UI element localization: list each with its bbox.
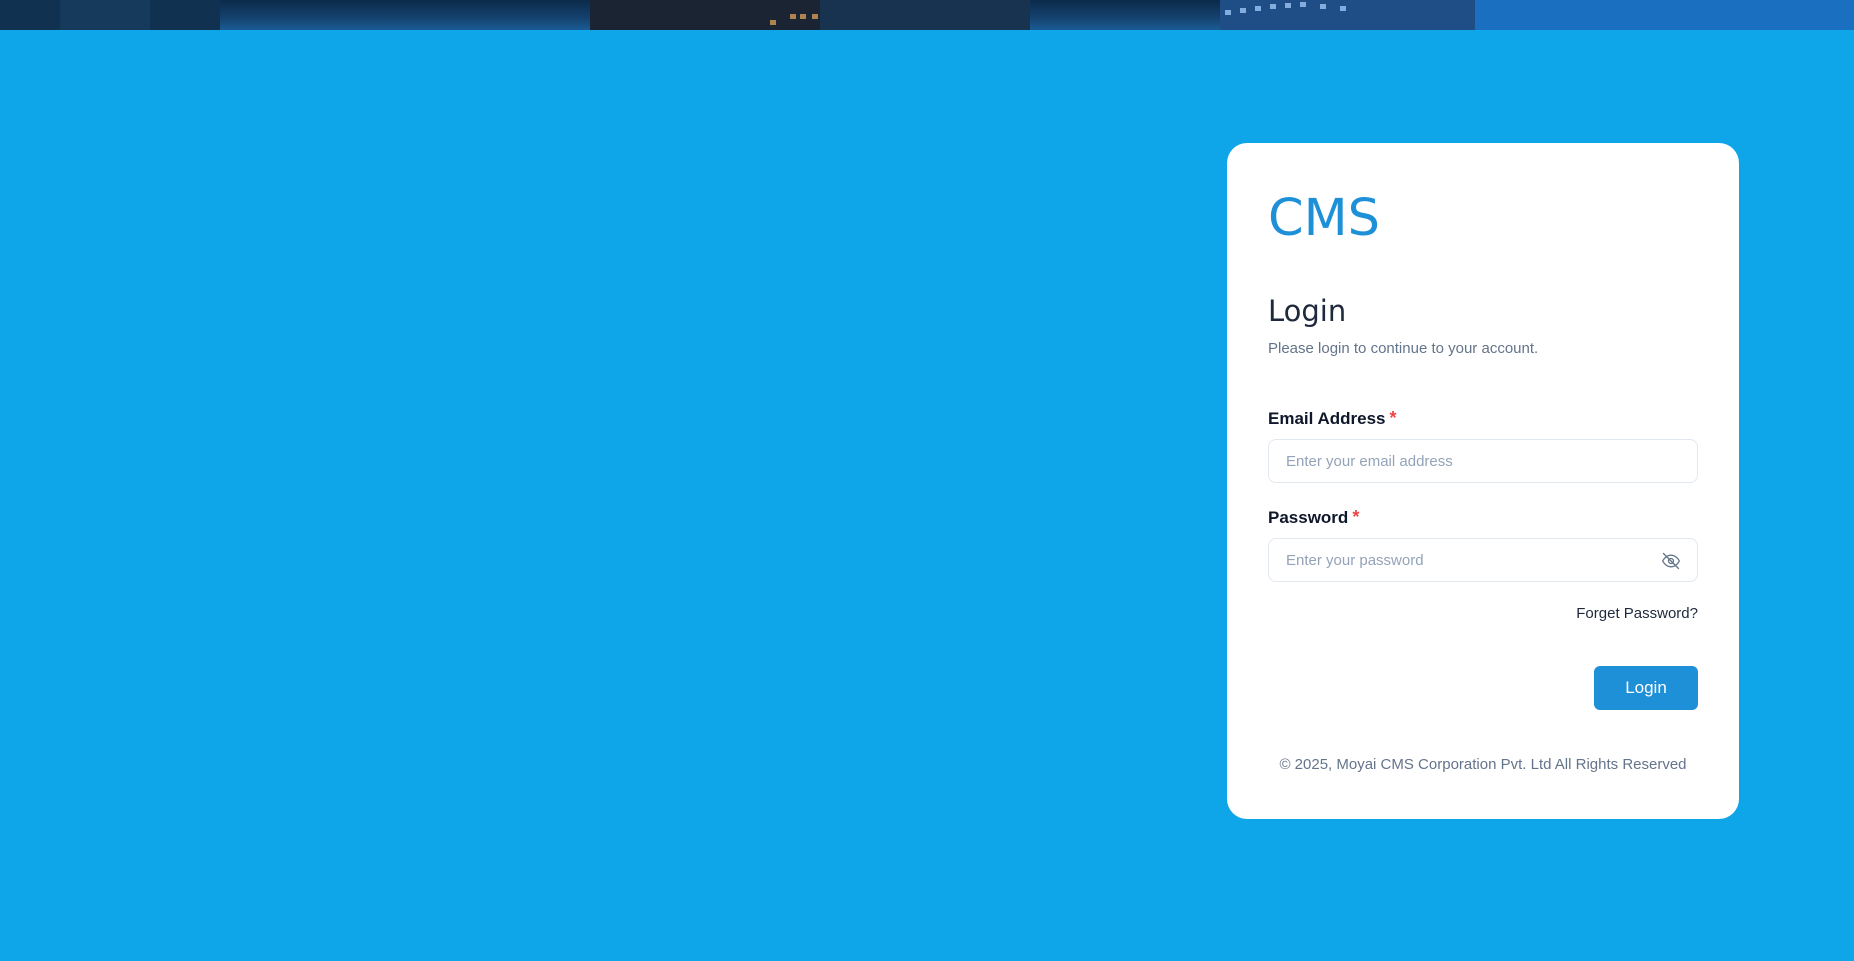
- password-label: Password *: [1268, 507, 1698, 528]
- header-background-photo: [0, 0, 1854, 30]
- email-required-mark: *: [1389, 408, 1397, 428]
- email-label: Email Address *: [1268, 408, 1698, 429]
- login-subtitle: Please login to continue to your account…: [1268, 340, 1539, 357]
- submit-row: Login: [1268, 666, 1698, 710]
- password-field-wrapper: [1268, 538, 1698, 582]
- email-input[interactable]: [1269, 440, 1697, 482]
- password-label-text: Password: [1268, 507, 1349, 527]
- brand-logo: CMS: [1268, 189, 1380, 248]
- forgot-password-row: Forget Password?: [1268, 605, 1698, 622]
- login-card: CMS Login Please login to continue to yo…: [1227, 143, 1739, 819]
- eye-off-icon[interactable]: [1661, 551, 1681, 571]
- login-title: Login: [1268, 294, 1347, 328]
- password-required-mark: *: [1352, 507, 1360, 527]
- login-button[interactable]: Login: [1594, 666, 1698, 710]
- footer-copyright: © 2025, Moyai CMS Corporation Pvt. Ltd A…: [1279, 756, 1687, 773]
- password-input[interactable]: [1269, 539, 1697, 581]
- forgot-password-link[interactable]: Forget Password?: [1576, 605, 1698, 622]
- email-field-wrapper: [1268, 439, 1698, 483]
- email-label-text: Email Address: [1268, 408, 1386, 428]
